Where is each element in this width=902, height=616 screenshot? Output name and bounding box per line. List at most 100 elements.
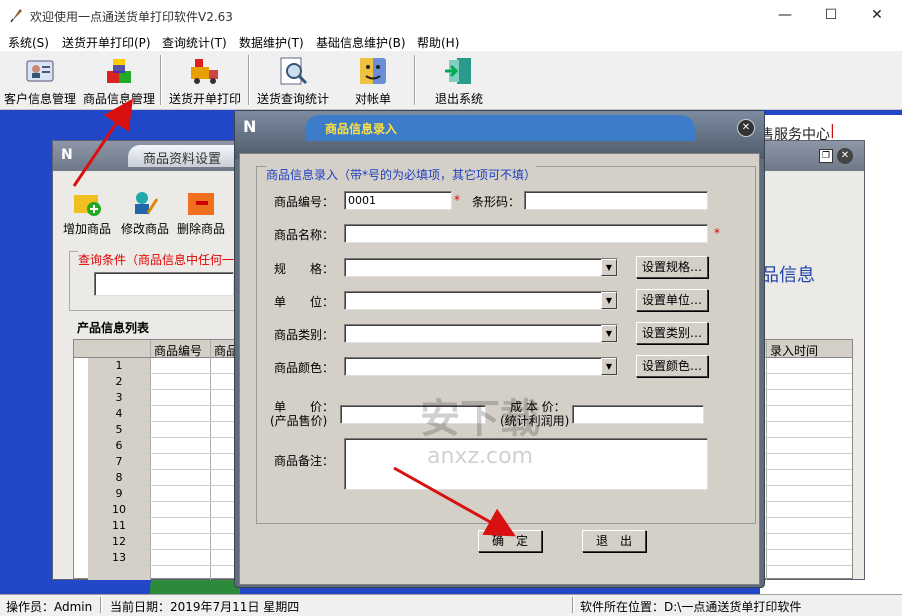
minimize-button[interactable]: — [762, 0, 808, 31]
query-input[interactable] [94, 272, 234, 296]
watermark-cn: 安下载 [420, 396, 540, 442]
product-list-title: 产品信息列表 [77, 321, 150, 335]
dialog-close-icon[interactable]: ✕ [737, 119, 755, 137]
exit-system-button[interactable]: 退出系统 [426, 53, 492, 107]
product-boxes-icon [103, 55, 135, 87]
dialog-title: 商品信息录入 [325, 122, 398, 136]
title-bar: 欢迎使用一点通送货单打印软件V2.63 — ☐ ✕ [0, 0, 902, 31]
chevron-down-icon[interactable]: ▼ [601, 358, 617, 375]
row-number: 7 [115, 455, 123, 468]
menu-system[interactable]: 系统(S) [8, 34, 49, 51]
query-label: 查询条件（商品信息中任何一 [78, 251, 235, 268]
watermark-en: anxz.com [427, 444, 533, 469]
menu-help[interactable]: 帮助(H) [417, 34, 459, 51]
watermark: 安下载 anxz.com [400, 386, 560, 486]
name-field[interactable] [344, 224, 708, 243]
set-unit-button[interactable]: 设置单位… [636, 289, 708, 311]
chevron-down-icon[interactable]: ▼ [601, 325, 617, 342]
delete-product-button[interactable]: 删除商品 [173, 189, 229, 241]
spec-select[interactable]: ▼ [344, 258, 618, 277]
customer-info-button[interactable]: 客户信息管理 [2, 53, 78, 107]
delete-product-label: 删除商品 [176, 222, 225, 236]
customer-info-label: 客户信息管理 [3, 92, 76, 106]
unit-label: 单 位： [274, 295, 335, 309]
statement-label: 对帐单 [354, 92, 391, 106]
row-number: 4 [115, 407, 123, 420]
delivery-query-button[interactable]: 送货查询统计 [254, 53, 332, 107]
required-mark: * [714, 226, 720, 240]
barcode-field[interactable] [524, 191, 708, 210]
menu-delivery-print[interactable]: 送货开单打印(P) [62, 34, 151, 51]
statement-button[interactable]: 对帐单 [340, 53, 406, 107]
restore-icon[interactable]: ❐ [819, 149, 833, 163]
row-number: 8 [115, 471, 123, 484]
entry-section-title: 商品信息录入（带*号的为必填项，其它项可不填） [266, 166, 537, 183]
menu-query-stats[interactable]: 查询统计(T) [162, 34, 227, 51]
edit-user-icon [117, 189, 173, 220]
finder-face-icon [357, 55, 389, 87]
edit-product-button[interactable]: 修改商品 [117, 189, 173, 241]
search-document-icon [277, 55, 309, 87]
product-info-label: 商品信息管理 [82, 92, 155, 106]
product-window-title: 商品资料设置 [143, 152, 222, 167]
code-label: 商品编号： [274, 195, 335, 209]
delivery-query-label: 送货查询统计 [256, 92, 329, 106]
delivery-print-label: 送货开单打印 [168, 92, 241, 106]
toolbar: 客户信息管理 商品信息管理 送货开单打印 送货查询统计 对帐单 退出系统 [0, 51, 902, 110]
chevron-down-icon[interactable]: ▼ [601, 259, 617, 276]
exit-door-icon [443, 55, 475, 87]
menu-data-maintenance[interactable]: 数据维护(T) [239, 34, 304, 51]
row-number: 13 [112, 551, 126, 564]
app-logo-icon: N [61, 147, 73, 163]
window-title: 欢迎使用一点通送货单打印软件V2.63 [30, 10, 233, 24]
menu-basic-info[interactable]: 基础信息维护(B) [316, 34, 406, 51]
set-category-button[interactable]: 设置类别… [636, 322, 708, 344]
toolbar-separator [414, 55, 416, 105]
required-mark: * [454, 193, 460, 207]
toolbar-separator [248, 55, 250, 105]
product-info-button[interactable]: 商品信息管理 [81, 53, 157, 107]
exit-system-label: 退出系统 [434, 92, 483, 106]
add-folder-icon [63, 189, 111, 220]
category-label: 商品类别： [274, 328, 335, 342]
menu-bar: 系统(S) 送货开单打印(P) 查询统计(T) 数据维护(T) 基础信息维护(B… [0, 31, 902, 51]
edit-product-label: 修改商品 [120, 222, 169, 236]
row-number: 10 [112, 503, 126, 516]
app-feather-icon [8, 7, 24, 23]
price-sublabel: (产品售价) [270, 414, 328, 428]
status-bar: 操作员：Admin 当前日期：2019年7月11日 星期四 软件所在位置：D:\… [0, 594, 902, 616]
name-label: 商品名称： [274, 228, 335, 242]
product-entry-dialog: N 商品信息录入 ✕ 商品信息录入（带*号的为必填项，其它项可不填） 商品编号：… [234, 110, 765, 588]
column-header-code: 商品编号 [154, 344, 203, 358]
row-number: 11 [112, 519, 126, 532]
close-icon[interactable]: ✕ [837, 148, 853, 164]
row-number: 3 [115, 391, 123, 404]
unit-select[interactable]: ▼ [344, 291, 618, 310]
ok-button[interactable]: 确 定 [478, 530, 542, 552]
cost-field[interactable] [572, 405, 704, 424]
row-number: 9 [115, 487, 123, 500]
add-product-label: 增加商品 [63, 222, 112, 236]
row-number: 1 [115, 359, 123, 372]
delivery-print-button[interactable]: 送货开单打印 [166, 53, 244, 107]
query-group: 查询条件（商品信息中任何一 [69, 251, 239, 311]
set-color-button[interactable]: 设置颜色… [636, 355, 708, 377]
status-date: 当前日期：2019年7月11日 星期四 [110, 600, 300, 614]
row-number: 12 [112, 535, 126, 548]
add-product-button[interactable]: 增加商品 [63, 189, 111, 241]
code-field[interactable]: 0001 [344, 191, 452, 210]
color-label: 商品颜色： [274, 361, 335, 375]
exit-button[interactable]: 退 出 [582, 530, 646, 552]
product-info-heading: 品信息 [761, 265, 815, 286]
chevron-down-icon[interactable]: ▼ [601, 292, 617, 309]
maximize-button[interactable]: ☐ [808, 0, 854, 31]
row-number: 2 [115, 375, 123, 388]
column-header-time: 录入时间 [770, 344, 819, 358]
close-button[interactable]: ✕ [854, 0, 900, 31]
row-number: 5 [115, 423, 123, 436]
delivery-truck-icon [189, 55, 221, 87]
row-number: 6 [115, 439, 123, 452]
set-spec-button[interactable]: 设置规格… [636, 256, 708, 278]
color-select[interactable]: ▼ [344, 357, 618, 376]
category-select[interactable]: ▼ [344, 324, 618, 343]
